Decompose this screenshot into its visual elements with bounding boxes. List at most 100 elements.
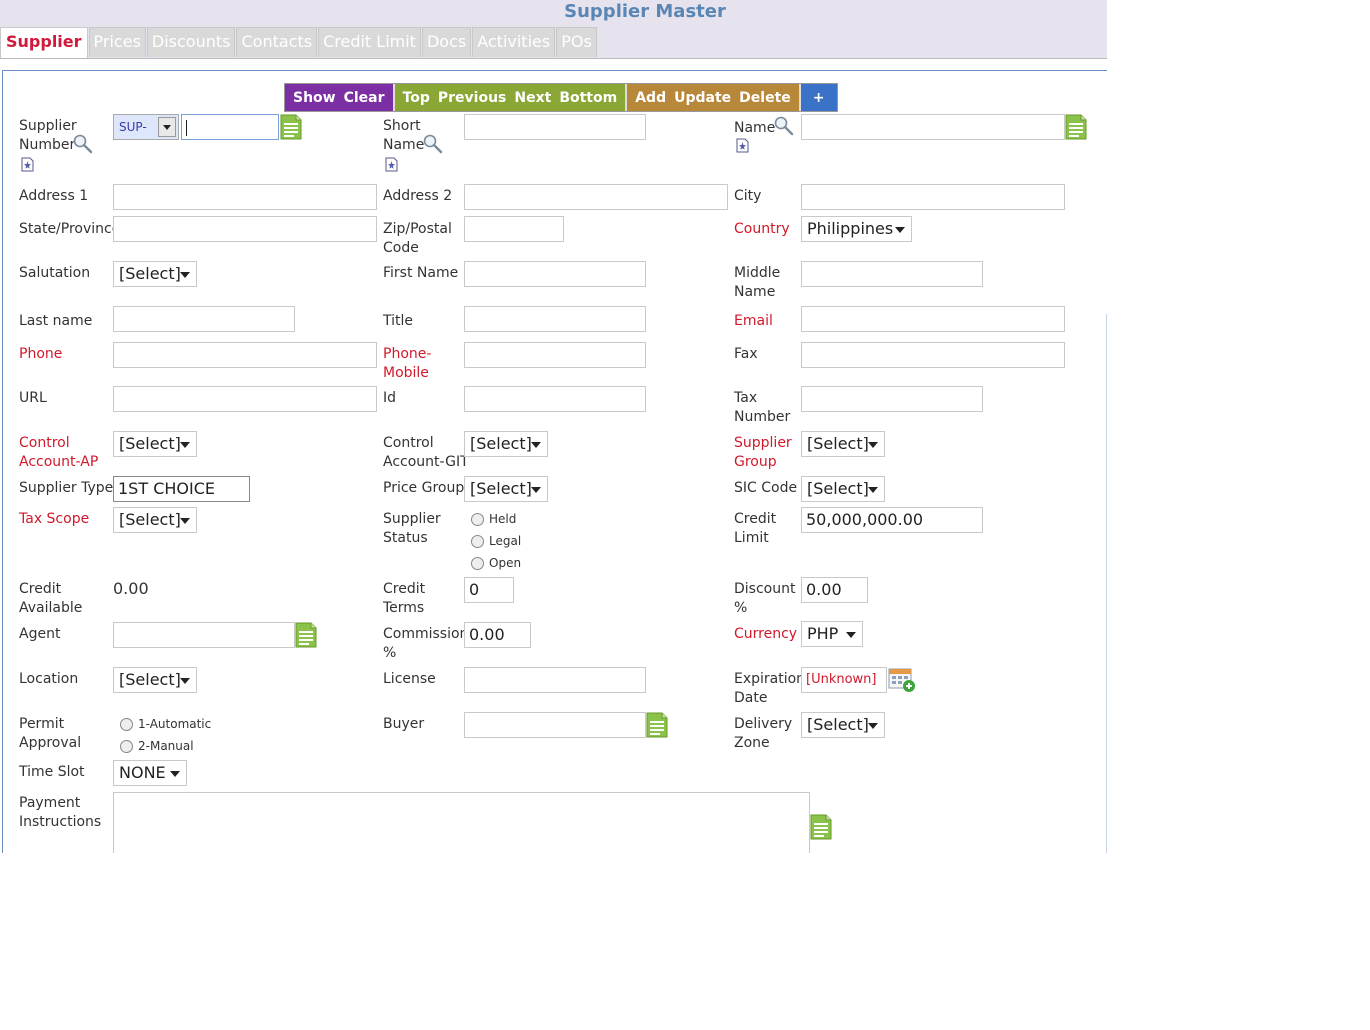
discount-input[interactable]: 0.00 bbox=[801, 577, 868, 603]
payment-instructions-textarea[interactable] bbox=[113, 792, 810, 853]
phone-label: Phone bbox=[19, 346, 63, 362]
add-button[interactable]: Add bbox=[631, 90, 670, 106]
short-name-input[interactable] bbox=[464, 114, 646, 140]
agent-label: Agent bbox=[19, 626, 61, 642]
update-button[interactable]: Update bbox=[670, 90, 735, 106]
short-name-search-icon[interactable] bbox=[423, 134, 443, 154]
tax-number-input[interactable] bbox=[801, 386, 983, 412]
status-held-radio[interactable]: Held bbox=[471, 512, 516, 526]
page-title: Supplier Master bbox=[564, 1, 726, 22]
phone-mobile-input[interactable] bbox=[464, 342, 646, 368]
location-label: Location bbox=[19, 671, 79, 687]
address1-input[interactable] bbox=[113, 184, 377, 210]
first-name-input[interactable] bbox=[464, 261, 646, 287]
last-name-input[interactable] bbox=[113, 306, 295, 332]
tab-supplier[interactable]: Supplier bbox=[0, 27, 88, 58]
sic-code-label: SIC Code bbox=[734, 480, 798, 496]
chevron-down-icon bbox=[531, 442, 541, 448]
price-group-select[interactable]: [Select] bbox=[464, 476, 548, 502]
time-slot-select[interactable]: NONE bbox=[113, 760, 187, 786]
zip-input[interactable] bbox=[464, 216, 564, 242]
supplier-number-input[interactable] bbox=[181, 114, 279, 140]
permit-automatic-label: 1-Automatic bbox=[138, 717, 212, 731]
supplier-type-input[interactable]: 1ST CHOICE bbox=[113, 476, 250, 502]
credit-limit-input[interactable]: 50,000,000.00 bbox=[801, 507, 983, 533]
salutation-select[interactable]: [Select] bbox=[113, 261, 197, 287]
state-input[interactable] bbox=[113, 216, 377, 242]
agent-lookup-icon[interactable] bbox=[295, 622, 317, 648]
radio-circle-icon bbox=[471, 512, 484, 526]
name-search-icon[interactable] bbox=[774, 116, 794, 136]
tab-contacts[interactable]: Contacts bbox=[236, 27, 318, 57]
tab-credit-limit[interactable]: Credit Limit bbox=[318, 27, 421, 57]
middle-name-label: Middle Name bbox=[734, 265, 781, 300]
tab-discounts[interactable]: Discounts bbox=[146, 27, 236, 57]
chevron-down-icon bbox=[846, 632, 856, 638]
radio-circle-icon bbox=[471, 556, 484, 570]
tab-prices[interactable]: Prices bbox=[88, 27, 146, 57]
show-button[interactable]: Show bbox=[289, 90, 340, 106]
buyer-input[interactable] bbox=[464, 712, 646, 738]
tax-scope-select[interactable]: [Select] bbox=[113, 507, 197, 533]
supplier-prefix-select[interactable]: SUP- bbox=[113, 114, 179, 140]
status-legal-radio[interactable]: Legal bbox=[471, 534, 521, 548]
payment-instructions-lookup-icon[interactable] bbox=[810, 814, 832, 840]
expiration-date-input[interactable]: [Unknown] bbox=[801, 667, 887, 693]
zip-label: Zip/Postal Code bbox=[383, 221, 452, 256]
credit-available-label: Credit Available bbox=[19, 581, 83, 616]
tax-number-label: Tax Number bbox=[734, 390, 791, 425]
permit-manual-radio[interactable]: 2-Manual bbox=[120, 739, 194, 753]
sic-code-select[interactable]: [Select] bbox=[801, 476, 885, 502]
license-input[interactable] bbox=[464, 667, 646, 693]
control-account-git-select[interactable]: [Select] bbox=[464, 431, 548, 457]
status-open-radio[interactable]: Open bbox=[471, 556, 521, 570]
id-input[interactable] bbox=[464, 386, 646, 412]
middle-name-input[interactable] bbox=[801, 261, 983, 287]
clear-button[interactable]: Clear bbox=[340, 90, 389, 106]
country-select[interactable]: Philippines bbox=[801, 216, 912, 242]
country-value: Philippines bbox=[807, 219, 894, 238]
tab-pos[interactable]: POs bbox=[556, 27, 597, 57]
expiration-date-label: Expiration Date bbox=[734, 671, 806, 706]
name-input[interactable] bbox=[801, 114, 1065, 140]
fax-input[interactable] bbox=[801, 342, 1065, 368]
agent-input[interactable] bbox=[113, 622, 295, 648]
supplier-group-select[interactable]: [Select] bbox=[801, 431, 885, 457]
supplier-number-search-icon[interactable] bbox=[73, 134, 93, 154]
location-select[interactable]: [Select] bbox=[113, 667, 197, 693]
city-input[interactable] bbox=[801, 184, 1065, 210]
previous-button[interactable]: Previous bbox=[434, 90, 511, 106]
bottom-button[interactable]: Bottom bbox=[555, 90, 621, 106]
control-account-git-value: [Select] bbox=[470, 434, 532, 453]
supplier-status-label: Supplier Status bbox=[383, 511, 441, 546]
supplier-group-label: Supplier Group bbox=[734, 435, 792, 470]
expand-button[interactable]: + bbox=[809, 90, 829, 106]
control-account-git-label: Control Account-GIT bbox=[383, 435, 469, 470]
address2-input[interactable] bbox=[464, 184, 728, 210]
country-label: Country bbox=[734, 221, 790, 237]
discount-label: Discount% bbox=[734, 581, 796, 616]
email-input[interactable] bbox=[801, 306, 1065, 332]
title-input[interactable] bbox=[464, 306, 646, 332]
short-name-label: Short Name bbox=[383, 118, 425, 153]
url-input[interactable] bbox=[113, 386, 377, 412]
tab-activities[interactable]: Activities bbox=[472, 27, 556, 57]
phone-input[interactable] bbox=[113, 342, 377, 368]
tab-docs[interactable]: Docs bbox=[421, 27, 472, 57]
delivery-zone-select[interactable]: [Select] bbox=[801, 712, 885, 738]
control-account-ap-select[interactable]: [Select] bbox=[113, 431, 197, 457]
header-bar: Supplier Master Supplier Prices Discount… bbox=[0, 0, 1107, 59]
buyer-lookup-icon[interactable] bbox=[646, 712, 668, 738]
name-lookup-icon[interactable] bbox=[1065, 114, 1087, 140]
delete-button[interactable]: Delete bbox=[735, 90, 795, 106]
currency-select[interactable]: PHP bbox=[801, 621, 863, 647]
permit-automatic-radio[interactable]: 1-Automatic bbox=[120, 717, 211, 731]
credit-terms-input[interactable]: 0 bbox=[464, 577, 514, 603]
supplier-number-lookup-icon[interactable] bbox=[280, 114, 302, 140]
time-slot-label: Time Slot bbox=[19, 764, 85, 780]
commission-input[interactable]: 0.00 bbox=[464, 622, 531, 648]
radio-circle-icon bbox=[471, 534, 484, 548]
next-button[interactable]: Next bbox=[510, 90, 555, 106]
calendar-icon[interactable] bbox=[888, 667, 916, 693]
top-button[interactable]: Top bbox=[399, 90, 434, 106]
